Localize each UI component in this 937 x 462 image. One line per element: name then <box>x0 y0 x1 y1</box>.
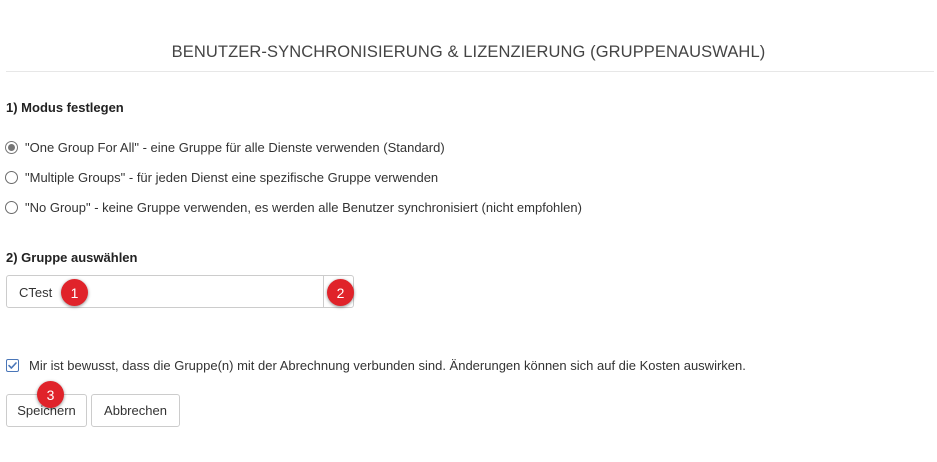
radio-selected[interactable] <box>5 140 18 154</box>
callout-badge-1: 1 <box>61 279 88 306</box>
group-select-value: CTest <box>19 285 53 300</box>
mode-option-label: "Multiple Groups" - für jeden Dienst ein… <box>25 169 439 185</box>
mode-option-one-group[interactable]: "One Group For All" - eine Gruppe für al… <box>5 139 445 155</box>
page-title: BENUTZER-SYNCHRONISIERUNG & LIZENZIERUNG… <box>171 43 766 61</box>
mode-option-label: "No Group" - keine Gruppe verwenden, es … <box>25 199 582 215</box>
radio-unselected[interactable] <box>5 170 18 184</box>
callout-badge-3: 3 <box>37 381 64 408</box>
group-section-heading: 2) Gruppe auswählen <box>6 250 138 265</box>
mode-option-label: "One Group For All" - eine Gruppe für al… <box>25 139 445 155</box>
billing-confirmation[interactable]: Mir ist bewusst, dass die Gruppe(n) mit … <box>6 357 746 373</box>
callout-badge-2: 2 <box>327 279 354 306</box>
cancel-button[interactable]: Abbrechen <box>91 394 180 427</box>
group-select[interactable]: CTest <box>6 275 354 308</box>
mode-section-heading: 1) Modus festlegen <box>6 100 124 115</box>
group-selection-page: BENUTZER-SYNCHRONISIERUNG & LIZENZIERUNG… <box>0 0 937 462</box>
checkmark-icon <box>8 361 17 369</box>
confirmation-label: Mir ist bewusst, dass die Gruppe(n) mit … <box>29 357 746 373</box>
confirmation-checkbox[interactable] <box>6 358 19 372</box>
title-divider <box>6 71 934 72</box>
mode-option-multiple-groups[interactable]: "Multiple Groups" - für jeden Dienst ein… <box>5 169 438 185</box>
radio-unselected[interactable] <box>5 200 18 214</box>
mode-option-no-group[interactable]: "No Group" - keine Gruppe verwenden, es … <box>5 199 582 215</box>
